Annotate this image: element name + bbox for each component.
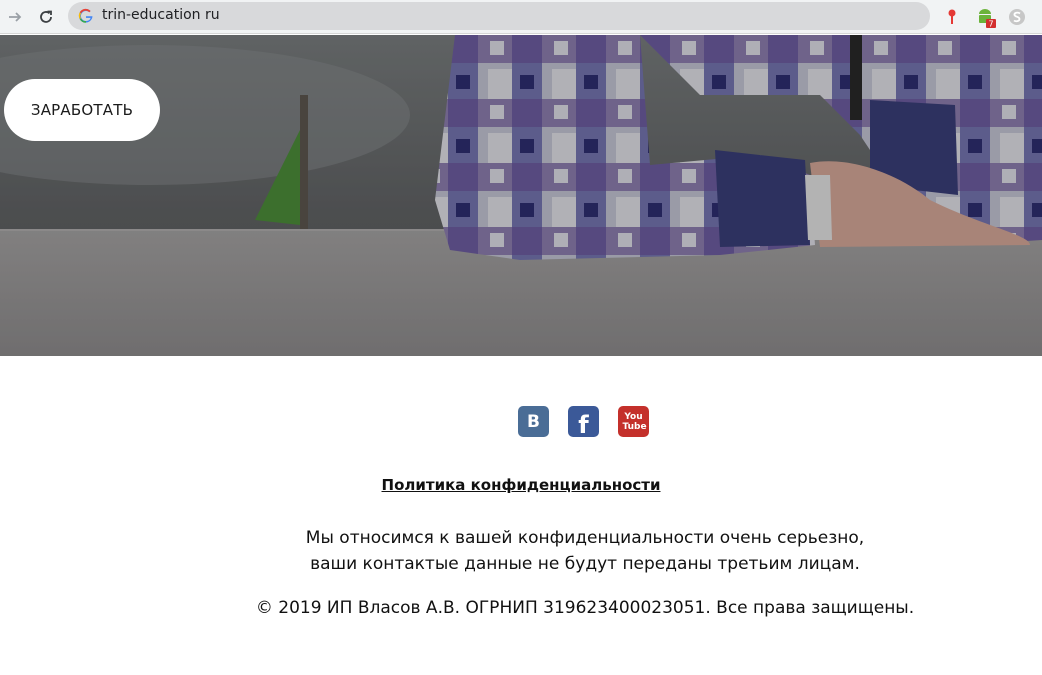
url-text: trin-education ru [102, 7, 220, 23]
reload-icon [40, 10, 52, 23]
address-bar[interactable]: trin-education ru [68, 2, 930, 30]
arrow-right-icon [9, 12, 22, 22]
browser-toolbar: trin-education ru 7 [0, 0, 1042, 34]
pin-icon [948, 9, 956, 24]
youtube-icon: You Tube [622, 411, 647, 432]
vk-icon: B [527, 411, 540, 432]
privacy-line-2: ваши контактые данные не будут переданы … [310, 554, 860, 574]
facebook-link[interactable]: f [568, 406, 599, 439]
privacy-policy-link[interactable]: Политика конфиденциальности [382, 476, 661, 494]
extension-pin[interactable] [942, 7, 962, 27]
reload-button[interactable] [35, 6, 57, 28]
youtube-link[interactable]: You Tube [618, 406, 649, 437]
extension-android[interactable]: 7 [975, 7, 996, 29]
hero-banner: ЗАРАБОТАТЬ [0, 35, 1042, 356]
vk-link[interactable]: B [518, 406, 549, 437]
hero-photo [0, 35, 1042, 356]
extension-s[interactable] [1007, 7, 1027, 27]
facebook-icon: f [578, 410, 589, 439]
earn-button[interactable]: ЗАРАБОТАТЬ [4, 79, 160, 141]
forward-button[interactable] [4, 6, 26, 28]
privacy-line-1: Мы относимся к вашей конфиденциальности … [305, 528, 865, 548]
svg-text:7: 7 [988, 20, 993, 29]
copyright-text: © 2019 ИП Власов А.В. ОГРНИП 31962340002… [255, 598, 915, 618]
android-icon: 7 [979, 9, 996, 29]
extension-s-icon [1009, 9, 1025, 25]
privacy-note: Мы относимся к вашей конфиденциальности … [0, 525, 1042, 577]
google-icon [78, 8, 93, 23]
